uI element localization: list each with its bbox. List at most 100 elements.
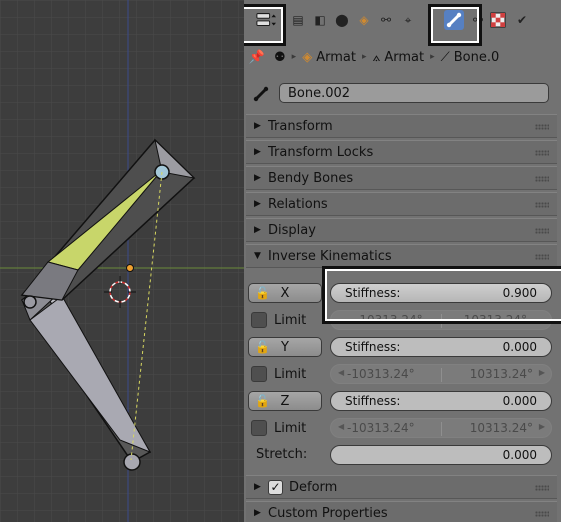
ik-stiffness-z-slider[interactable]: Stiffness: 0.000 bbox=[330, 391, 552, 411]
stiffness-y-label: Stiffness: bbox=[345, 340, 401, 354]
breadcrumb: 📌 ⚉ ▸ ◈ Armat ▸ ⟑ Armat ▸ ⟋ Bone.0 bbox=[248, 44, 558, 70]
drag-grip-icon[interactable] bbox=[535, 150, 549, 156]
increment-arrow-icon: ▶ bbox=[538, 368, 545, 377]
root-joint[interactable] bbox=[23, 295, 37, 309]
3d-viewport[interactable] bbox=[0, 0, 244, 522]
expanded-arrow-icon: ▼ bbox=[254, 251, 261, 261]
stiffness-y-value: 0.000 bbox=[502, 340, 537, 354]
bone-name-row bbox=[250, 82, 554, 106]
section-bendy-bones-title: Bendy Bones bbox=[268, 170, 354, 186]
pin-icon[interactable]: 📌 bbox=[248, 50, 266, 65]
tab-constraints[interactable]: ⚯ bbox=[376, 10, 396, 30]
breadcrumb-object-label: Armat bbox=[316, 49, 356, 65]
viewport-canvas[interactable] bbox=[0, 0, 244, 522]
lock-ik-z-button[interactable]: 🔓 Z bbox=[248, 391, 322, 411]
bone-name-field[interactable] bbox=[279, 83, 549, 103]
breadcrumb-item-object[interactable]: ◈ Armat bbox=[302, 50, 356, 65]
armature-data-tab-icon: ⌖ bbox=[404, 12, 412, 27]
ik-limit-y-max: 10313.24° bbox=[469, 367, 533, 381]
world-icon: ⬤ bbox=[335, 13, 349, 27]
material-checker-icon bbox=[490, 12, 506, 28]
drag-grip-icon[interactable] bbox=[535, 202, 549, 208]
breadcrumb-item-armature[interactable]: ⟑ Armat bbox=[372, 50, 424, 65]
breadcrumb-separator-icon: ▸ bbox=[361, 52, 367, 62]
section-transform-locks-title: Transform Locks bbox=[268, 144, 374, 160]
section-bendy-bones[interactable]: ▶ Bendy Bones bbox=[246, 166, 557, 190]
ik-limit-x-label: Limit bbox=[274, 313, 307, 328]
increment-arrow-icon: ▶ bbox=[538, 422, 545, 431]
ik-stretch-value: 0.000 bbox=[502, 448, 537, 462]
object-icon: ◈ bbox=[359, 13, 369, 27]
lock-ik-y-button[interactable]: 🔓 Y bbox=[248, 337, 322, 357]
stiffness-z-value: 0.000 bbox=[502, 394, 537, 408]
drag-grip-icon[interactable] bbox=[535, 176, 549, 182]
section-relations[interactable]: ▶ Relations bbox=[246, 192, 557, 216]
tab-object[interactable]: ◈ bbox=[354, 10, 374, 30]
tab-material[interactable] bbox=[488, 10, 508, 30]
tab-scene[interactable]: ◧ bbox=[310, 10, 330, 30]
armature-data-icon: ⟑ bbox=[372, 49, 381, 65]
ik-stretch-slider[interactable]: 0.000 bbox=[330, 445, 552, 465]
breadcrumb-separator-icon: ▸ bbox=[430, 52, 435, 62]
section-display-title: Display bbox=[268, 222, 316, 238]
drag-grip-icon[interactable] bbox=[535, 124, 549, 130]
collapsed-arrow-icon: ▶ bbox=[254, 147, 261, 157]
ik-limit-z-checkbox[interactable] bbox=[251, 420, 267, 436]
tab-data[interactable]: ⌖ bbox=[398, 10, 418, 30]
ik-limit-y-checkbox[interactable] bbox=[251, 366, 267, 382]
armature-object-icon: ◈ bbox=[302, 49, 313, 65]
breadcrumb-armature-label: Armat bbox=[384, 49, 425, 65]
drag-grip-icon[interactable] bbox=[535, 485, 549, 491]
section-custom-properties[interactable]: ▶ Custom Properties bbox=[246, 501, 557, 522]
section-transform[interactable]: ▶ Transform bbox=[246, 114, 557, 138]
breadcrumb-bone-label: Bone.0 bbox=[453, 49, 500, 65]
tab-world[interactable]: ⬤ bbox=[332, 10, 352, 30]
brush-icon: ✔ bbox=[516, 13, 528, 27]
section-inverse-kinematics[interactable]: ▼ Inverse Kinematics bbox=[246, 244, 557, 268]
section-transform-locks[interactable]: ▶ Transform Locks bbox=[246, 140, 557, 164]
breadcrumb-item-bone[interactable]: ⟋ Bone.0 bbox=[441, 50, 500, 65]
section-relations-title: Relations bbox=[268, 196, 328, 212]
ik-limit-z-max: 10313.24° bbox=[469, 421, 533, 435]
collapsed-arrow-icon: ▶ bbox=[254, 173, 261, 183]
section-deform[interactable]: ▶ ✓ Deform bbox=[246, 475, 557, 499]
lock-ik-z-label: Z bbox=[280, 393, 290, 409]
lower-bone-tail-joint[interactable] bbox=[123, 453, 141, 471]
context-tab-bar: ▤ ◧ ⬤ ◈ ⚯ ⌖ ⚯ ✔ bbox=[244, 0, 561, 46]
collapsed-arrow-icon: ▶ bbox=[254, 225, 261, 235]
decrement-arrow-icon: ◀ bbox=[338, 368, 345, 377]
drag-grip-icon[interactable] bbox=[535, 511, 549, 517]
ik-limit-x-checkbox[interactable] bbox=[251, 312, 267, 328]
highlight-box-render-tab bbox=[244, 4, 286, 46]
collapsed-arrow-icon: ▶ bbox=[254, 482, 261, 492]
bone-icon bbox=[250, 84, 272, 104]
ik-limit-z-range[interactable]: ◀ -10313.24° 10313.24° ▶ bbox=[330, 418, 552, 438]
deform-checkbox[interactable]: ✓ bbox=[268, 479, 283, 495]
collapsed-arrow-icon: ▶ bbox=[254, 508, 261, 518]
lock-ik-x-button[interactable]: 🔓 X bbox=[248, 283, 322, 303]
tab-render-layers[interactable]: ▤ bbox=[288, 10, 308, 30]
collapsed-arrow-icon: ▶ bbox=[254, 199, 261, 209]
highlight-box-stiffness-x bbox=[322, 266, 561, 324]
ik-limit-y-range[interactable]: ◀ -10313.24° 10313.24° ▶ bbox=[330, 364, 552, 384]
breadcrumb-separator-icon: ▸ bbox=[291, 52, 297, 62]
ik-limit-z-label: Limit bbox=[274, 421, 307, 436]
scene-icon: ◧ bbox=[314, 13, 326, 27]
object-origin bbox=[126, 264, 134, 272]
armature-context-icon: ⚉ bbox=[274, 49, 286, 65]
bone-icon: ⟋ bbox=[440, 49, 450, 65]
drag-grip-icon[interactable] bbox=[535, 254, 549, 260]
drag-grip-icon[interactable] bbox=[535, 228, 549, 234]
ik-limit-z-min: -10313.24° bbox=[347, 421, 415, 435]
tab-texture[interactable]: ✔ bbox=[512, 10, 532, 30]
ik-stiffness-y-slider[interactable]: Stiffness: 0.000 bbox=[330, 337, 552, 357]
ik-limit-y-min: -10313.24° bbox=[347, 367, 415, 381]
section-display[interactable]: ▶ Display bbox=[246, 218, 557, 242]
ik-stretch-label: Stretch: bbox=[256, 447, 308, 462]
highlight-box-bone-tab bbox=[428, 4, 482, 46]
stiffness-z-label: Stiffness: bbox=[345, 394, 401, 408]
object-constraints-icon: ⚯ bbox=[380, 13, 392, 27]
lock-ik-y-label: Y bbox=[281, 339, 289, 355]
properties-editor: ▤ ◧ ⬤ ◈ ⚯ ⌖ ⚯ ✔ 📌 ⚉ ▸ ◈ Armat ▸ ⟑ Armat … bbox=[244, 0, 561, 522]
render-layers-icon: ▤ bbox=[292, 13, 304, 27]
